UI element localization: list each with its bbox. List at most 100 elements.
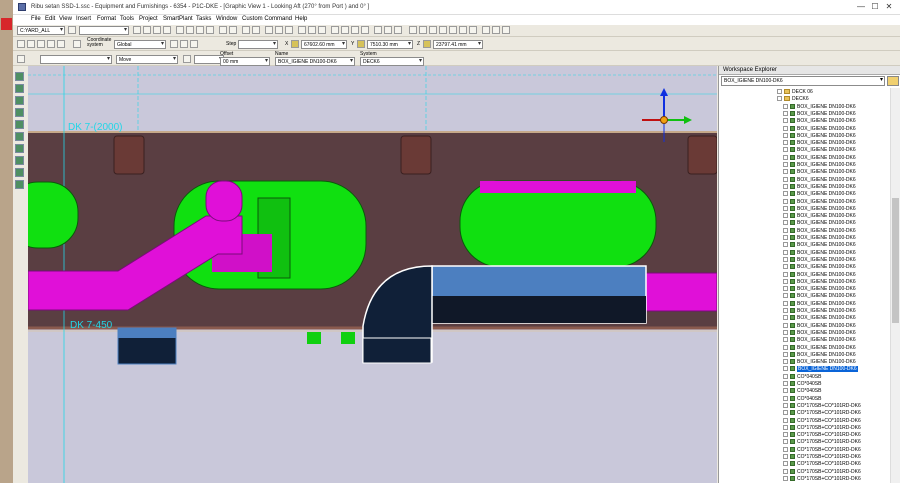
fit-icon[interactable] bbox=[449, 26, 457, 34]
tree-item-box[interactable]: BOX_IGIENE DN100-DK6 bbox=[783, 132, 856, 140]
expand-toggle-icon[interactable] bbox=[783, 147, 788, 153]
insert-component-icon[interactable] bbox=[15, 120, 24, 129]
tree-item-box[interactable]: BOX_IGIENE DN100-DK6 bbox=[783, 293, 856, 300]
workspace-combo[interactable]: BOX_IGIENE DN100-DK6 bbox=[721, 76, 885, 86]
expand-toggle-icon[interactable] bbox=[783, 315, 788, 321]
filter-type-combo[interactable] bbox=[40, 55, 112, 64]
expand-toggle-icon[interactable] bbox=[783, 366, 788, 372]
tree-item-box[interactable]: BOX_IGIENE DN100-DK6 bbox=[783, 256, 856, 264]
expand-toggle-icon[interactable] bbox=[783, 278, 788, 284]
delete-icon[interactable] bbox=[206, 26, 214, 34]
menu-tasks[interactable]: Tasks bbox=[196, 16, 211, 22]
copy-icon[interactable] bbox=[186, 26, 194, 34]
measure-distance-icon[interactable] bbox=[57, 40, 65, 48]
x-coordinate-field[interactable]: 67602.60 mm bbox=[301, 40, 347, 49]
expand-toggle-icon[interactable] bbox=[783, 293, 788, 299]
cs-axis-icon[interactable] bbox=[190, 40, 198, 48]
maximize-button[interactable]: ☐ bbox=[869, 2, 881, 12]
tree-item-co[interactable]: CO*040SB bbox=[783, 381, 821, 388]
tree-item-box[interactable]: BOX_IGIENE DN100-DK6 bbox=[783, 213, 856, 220]
tree-item-co-combo[interactable]: CO*170SB+CO*101RD-DK6 bbox=[783, 432, 861, 439]
layer-icon[interactable] bbox=[374, 26, 382, 34]
expand-toggle-icon[interactable] bbox=[783, 300, 788, 306]
expand-toggle-icon[interactable] bbox=[783, 381, 788, 386]
tree-item-co-combo[interactable]: CO*170SB+CO*101RD-DK6 bbox=[783, 424, 861, 432]
pointer-icon[interactable] bbox=[17, 40, 25, 48]
tree-item-box[interactable]: BOX_IGIENE DN100-DK6 bbox=[783, 264, 856, 271]
tree-item-box[interactable]: BOX_IGIENE DN100-DK6 bbox=[783, 300, 856, 308]
tree-item-box[interactable]: BOX_IGIENE DN100-DK6 bbox=[783, 154, 856, 162]
expand-toggle-icon[interactable] bbox=[783, 110, 788, 116]
save-icon[interactable] bbox=[153, 26, 161, 34]
minimize-button[interactable]: — bbox=[855, 2, 867, 12]
menu-custom-command[interactable]: Custom Command bbox=[242, 16, 292, 22]
named-view-icon[interactable] bbox=[482, 26, 490, 34]
place-nozzle-icon[interactable] bbox=[15, 96, 24, 105]
expand-toggle-icon[interactable] bbox=[783, 417, 788, 423]
tree-item-box[interactable]: BOX_IGIENE DN100-DK6 bbox=[783, 344, 856, 352]
place-shape-icon[interactable] bbox=[15, 132, 24, 141]
expand-toggle-icon[interactable] bbox=[783, 468, 788, 474]
clip-icon[interactable] bbox=[285, 26, 293, 34]
tree-item-co-combo[interactable]: CO*170SB+CO*101RD-DK6 bbox=[783, 475, 861, 483]
expand-toggle-icon[interactable] bbox=[783, 454, 788, 459]
tree-item-co-combo[interactable]: CO*170SB+CO*101RD-DK6 bbox=[783, 454, 861, 461]
edit-icon[interactable] bbox=[15, 156, 24, 165]
tree-item-co-combo[interactable]: CO*170SB+CO*101RD-DK6 bbox=[783, 417, 861, 425]
place-equipment-icon[interactable] bbox=[15, 84, 24, 93]
expand-toggle-icon[interactable] bbox=[783, 402, 788, 408]
expand-toggle-icon[interactable] bbox=[783, 337, 788, 343]
expand-toggle-icon[interactable] bbox=[783, 154, 788, 160]
expand-toggle-icon[interactable] bbox=[783, 344, 788, 350]
menu-smartplant[interactable]: SmartPlant bbox=[163, 16, 193, 22]
tree-item-box[interactable]: BOX_IGIENE DN100-DK6 bbox=[783, 278, 856, 286]
expand-toggle-icon[interactable] bbox=[783, 205, 788, 211]
tree-item-box[interactable]: BOX_IGIENE DN100-DK6 bbox=[783, 351, 856, 359]
system-combo[interactable]: DECK6 bbox=[360, 57, 424, 66]
tree-item-deck6[interactable]: DECK6 bbox=[777, 96, 809, 103]
pan-icon[interactable] bbox=[429, 26, 437, 34]
menu-project[interactable]: Project bbox=[139, 16, 158, 22]
expand-toggle-icon[interactable] bbox=[783, 256, 788, 262]
cs-options-icon[interactable] bbox=[170, 40, 178, 48]
cut-icon[interactable] bbox=[176, 26, 184, 34]
expand-toggle-icon[interactable] bbox=[783, 132, 788, 138]
select-icon[interactable] bbox=[265, 26, 273, 34]
tree-item-box[interactable]: BOX_IGIENE DN100-DK6 bbox=[783, 110, 856, 118]
tree-item-box[interactable]: BOX_IGIENE DN100-DK6 bbox=[783, 118, 856, 125]
refresh-icon[interactable] bbox=[252, 26, 260, 34]
step-combo[interactable] bbox=[238, 40, 278, 49]
view-iso-icon[interactable] bbox=[331, 26, 339, 34]
menu-help[interactable]: Help bbox=[295, 16, 307, 22]
new-icon[interactable] bbox=[133, 26, 141, 34]
close-button[interactable]: ✕ bbox=[883, 2, 895, 12]
tree-item-co[interactable]: CO*040SB bbox=[783, 373, 821, 381]
z-coordinate-field[interactable]: 23797.41 mm bbox=[433, 40, 483, 49]
tree-item-box[interactable]: BOX_IGIENE DN100-DK6 bbox=[783, 329, 856, 337]
expand-toggle-icon[interactable] bbox=[783, 424, 788, 430]
tree-item-box[interactable]: BOX_IGIENE DN100-DK6 bbox=[783, 198, 856, 206]
expand-toggle-icon[interactable] bbox=[783, 461, 788, 467]
expand-toggle-icon[interactable] bbox=[783, 439, 788, 445]
expand-toggle-icon[interactable] bbox=[783, 235, 788, 240]
tree-item-box[interactable]: BOX_IGIENE DN100-DK6 bbox=[783, 103, 856, 111]
tree-item-box[interactable]: BOX_IGIENE DN100-DK6 bbox=[783, 147, 856, 154]
check-icon[interactable] bbox=[15, 180, 24, 189]
menu-edit[interactable]: Edit bbox=[45, 16, 55, 22]
expand-toggle-icon[interactable] bbox=[783, 446, 788, 452]
measure-icon[interactable] bbox=[275, 26, 283, 34]
expand-toggle-icon[interactable] bbox=[783, 388, 788, 394]
grid-icon[interactable] bbox=[47, 40, 55, 48]
mode-options-icon[interactable] bbox=[183, 55, 191, 63]
tree-item-box[interactable]: BOX_IGIENE DN100-DK6 bbox=[783, 220, 856, 227]
clipping-icon[interactable] bbox=[492, 26, 500, 34]
tree-item-box[interactable]: BOX_IGIENE DN100-DK6 bbox=[783, 286, 856, 293]
expand-toggle-icon[interactable] bbox=[783, 373, 788, 379]
zoom-in-icon[interactable] bbox=[409, 26, 417, 34]
tree-item-co-combo[interactable]: CO*170SB+CO*101RD-DK6 bbox=[783, 468, 861, 476]
ribbon-select-icon[interactable] bbox=[17, 55, 25, 63]
tree-item-box[interactable]: BOX_IGIENE DN100-DK6 bbox=[783, 162, 856, 169]
tree-item-box[interactable]: BOX_IGIENE DN100-DK6 bbox=[783, 242, 856, 249]
expand-toggle-icon[interactable] bbox=[783, 351, 788, 357]
expand-toggle-icon[interactable] bbox=[783, 213, 788, 219]
